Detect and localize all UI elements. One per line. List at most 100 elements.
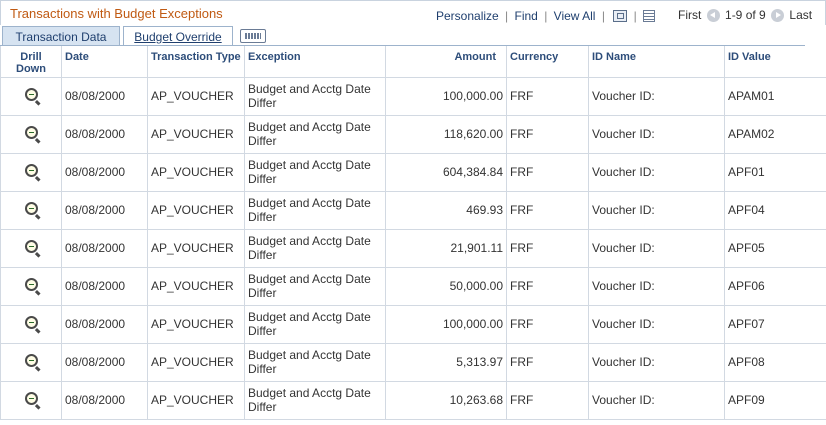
amount-cell: 469.93 — [385, 190, 507, 230]
id-name-cell: Voucher ID: — [588, 266, 725, 306]
date-cell: 08/08/2000 — [61, 114, 148, 154]
exception-cell: Budget and Acctg Date Differ — [244, 228, 386, 268]
table-row: 08/08/2000 AP_VOUCHER Budget and Acctg Dat… — [0, 228, 826, 268]
table-header-row: Drill Down Date Transaction Type Excepti… — [0, 46, 826, 78]
date-cell: 08/08/2000 — [61, 342, 148, 382]
exception-cell: Budget and Acctg Date Differ — [244, 380, 386, 420]
zoom-grid-icon[interactable] — [613, 9, 628, 22]
id-value-cell: APF04 — [724, 190, 826, 230]
magnifier-zoom-icon[interactable] — [24, 164, 38, 177]
currency-cell: FRF — [506, 304, 589, 344]
exception-cell: Budget and Acctg Date Differ — [244, 190, 386, 230]
drill-down-cell — [0, 152, 62, 192]
exception-cell: Budget and Acctg Date Differ — [244, 304, 386, 344]
next-arrow-icon[interactable] — [771, 9, 785, 23]
transaction-type-cell: AP_VOUCHER — [147, 152, 245, 192]
currency-cell: FRF — [506, 228, 589, 268]
date-cell: 08/08/2000 — [61, 152, 148, 192]
date-cell: 08/08/2000 — [61, 380, 148, 420]
prev-arrow-icon[interactable] — [706, 9, 720, 23]
exception-cell: Budget and Acctg Date Differ — [244, 342, 386, 382]
budget-exceptions-grid: Transactions with Budget Exceptions Pers… — [0, 0, 826, 425]
drill-down-cell — [0, 228, 62, 268]
id-value-cell: APF01 — [724, 152, 826, 192]
transaction-type-cell: AP_VOUCHER — [147, 190, 245, 230]
magnifier-zoom-icon[interactable] — [24, 240, 38, 253]
table-body: 08/08/2000 AP_VOUCHER Budget and Acctg Dat… — [0, 76, 826, 420]
currency-cell: FRF — [506, 76, 589, 116]
amount-cell: 604,384.84 — [385, 152, 507, 192]
last-label: Last — [789, 8, 813, 22]
currency-cell: FRF — [506, 152, 589, 192]
magnifier-zoom-icon[interactable] — [24, 88, 38, 101]
tab-label: Budget Override — [134, 30, 222, 44]
currency-cell: FRF — [506, 342, 589, 382]
id-name-cell: Voucher ID: — [588, 76, 725, 116]
id-name-cell: Voucher ID: — [588, 380, 725, 420]
exception-cell: Budget and Acctg Date Differ — [244, 152, 386, 192]
table-row: 08/08/2000 AP_VOUCHER Budget and Acctg Dat… — [0, 380, 826, 420]
exception-cell: Budget and Acctg Date Differ — [244, 76, 386, 116]
currency-cell: FRF — [506, 380, 589, 420]
view-all-link[interactable]: View All — [554, 9, 596, 23]
transaction-type-cell: AP_VOUCHER — [147, 76, 245, 116]
currency-cell: FRF — [506, 114, 589, 154]
personalize-link[interactable]: Personalize — [436, 9, 499, 23]
transaction-type-cell: AP_VOUCHER — [147, 380, 245, 420]
transactions-table: Drill Down Date Transaction Type Excepti… — [0, 46, 826, 420]
first-label: First — [678, 8, 702, 22]
show-all-columns-icon[interactable] — [240, 29, 266, 43]
drill-down-cell — [0, 380, 62, 420]
amount-cell: 21,901.11 — [385, 228, 507, 268]
currency-cell: FRF — [506, 190, 589, 230]
magnifier-zoom-icon[interactable] — [24, 354, 38, 367]
drill-down-cell — [0, 342, 62, 382]
magnifier-zoom-icon[interactable] — [24, 126, 38, 139]
table-row: 08/08/2000 AP_VOUCHER Budget and Acctg Dat… — [0, 114, 826, 154]
col-header-exception[interactable]: Exception — [244, 46, 386, 78]
col-header-transaction-type[interactable]: Transaction Type — [147, 46, 245, 78]
col-header-amount[interactable]: Amount — [385, 46, 507, 78]
currency-cell: FRF — [506, 266, 589, 306]
find-link[interactable]: Find — [515, 9, 538, 23]
grid-title: Transactions with Budget Exceptions — [10, 6, 223, 21]
grid-header: Transactions with Budget Exceptions Pers… — [0, 0, 826, 26]
drill-down-cell — [0, 114, 62, 154]
drill-down-cell — [0, 266, 62, 306]
exception-cell: Budget and Acctg Date Differ — [244, 266, 386, 306]
pager: First 1-9 of 9 Last — [678, 8, 813, 23]
separator: | — [505, 8, 509, 23]
col-header-currency[interactable]: Currency — [506, 46, 589, 78]
id-value-cell: APF07 — [724, 304, 826, 344]
transaction-type-cell: AP_VOUCHER — [147, 266, 245, 306]
magnifier-zoom-icon[interactable] — [24, 278, 38, 291]
download-grid-icon[interactable] — [643, 9, 656, 22]
col-header-id-name[interactable]: ID Name — [588, 46, 725, 78]
id-value-cell: APF09 — [724, 380, 826, 420]
drill-down-cell — [0, 304, 62, 344]
amount-cell: 10,263.68 — [385, 380, 507, 420]
id-value-cell: APF08 — [724, 342, 826, 382]
date-cell: 08/08/2000 — [61, 190, 148, 230]
transaction-type-cell: AP_VOUCHER — [147, 342, 245, 382]
tab-budget-override[interactable]: Budget Override — [123, 26, 233, 46]
col-header-id-value[interactable]: ID Value — [724, 46, 826, 78]
magnifier-zoom-icon[interactable] — [24, 316, 38, 329]
table-row: 08/08/2000 AP_VOUCHER Budget and Acctg Dat… — [0, 304, 826, 344]
id-value-cell: APF05 — [724, 228, 826, 268]
magnifier-zoom-icon[interactable] — [24, 202, 38, 215]
magnifier-zoom-icon[interactable] — [24, 392, 38, 405]
table-row: 08/08/2000 AP_VOUCHER Budget and Acctg Dat… — [0, 152, 826, 192]
amount-cell: 100,000.00 — [385, 304, 507, 344]
drill-down-cell — [0, 76, 62, 116]
row-range: 1-9 of 9 — [725, 8, 766, 22]
col-header-date[interactable]: Date — [61, 46, 148, 78]
tab-transaction-data[interactable]: Transaction Data — [2, 26, 120, 46]
col-header-drill-down: Drill Down — [0, 46, 62, 78]
id-name-cell: Voucher ID: — [588, 228, 725, 268]
amount-cell: 5,313.97 — [385, 342, 507, 382]
tab-label: Transaction Data — [15, 30, 107, 44]
id-value-cell: APAM02 — [724, 114, 826, 154]
table-row: 08/08/2000 AP_VOUCHER Budget and Acctg Dat… — [0, 266, 826, 306]
amount-cell: 118,620.00 — [385, 114, 507, 154]
